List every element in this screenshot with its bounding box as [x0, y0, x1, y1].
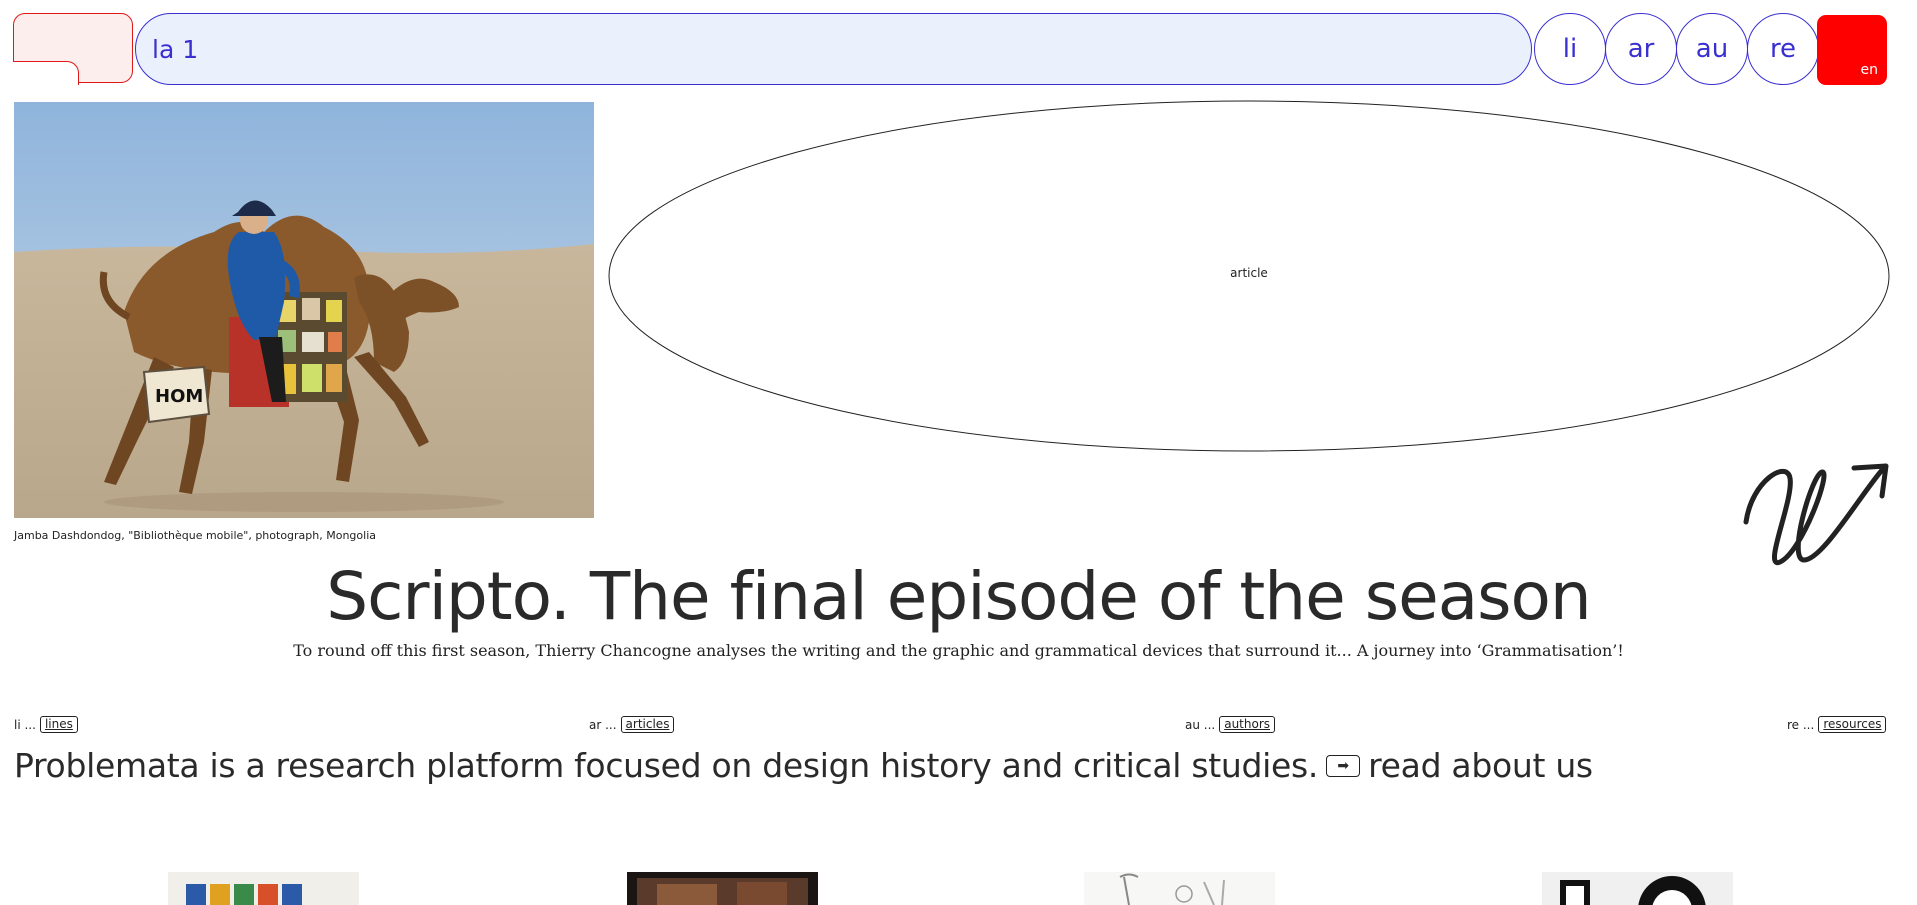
thumbnail-3[interactable] [1084, 872, 1275, 905]
section-prefix: re ... [1787, 717, 1815, 732]
section-authors: au ... authors [1185, 716, 1276, 733]
nav-lines-button[interactable]: li [1534, 13, 1606, 85]
nav-resources-button[interactable]: re [1747, 13, 1819, 85]
article-summary: To round off this first season, Thierry … [293, 641, 1624, 660]
thumbnail-4-image [1560, 876, 1706, 905]
section-resources: re ... resources [1787, 716, 1887, 733]
lines-link[interactable]: lines [39, 716, 78, 733]
search-input[interactable]: la 1 [135, 13, 1532, 85]
search-value: la 1 [152, 34, 199, 64]
nav-authors-button[interactable]: au [1676, 13, 1748, 85]
tagline-text: Problemata is a research platform focuse… [14, 746, 1319, 785]
camel-photo-illustration: HOM [14, 102, 594, 518]
thumbnail-2-image [637, 878, 808, 905]
arrow-right-icon: ➡ [1326, 754, 1361, 777]
tagline: Problemata is a research platform focuse… [14, 746, 1593, 785]
thumbnail-4[interactable] [1542, 872, 1733, 905]
scribble-arrow-logo-icon [1743, 463, 1889, 565]
articles-link[interactable]: articles [620, 716, 675, 733]
section-lines: li ... lines [14, 716, 78, 733]
authors-link[interactable]: authors [1219, 716, 1276, 733]
section-prefix: li ... [14, 717, 36, 732]
section-prefix: au ... [1185, 717, 1216, 732]
language-label: en [1860, 62, 1879, 78]
hero-photo[interactable]: HOM [14, 102, 594, 518]
hom-box-text: HOM [155, 386, 203, 407]
language-button[interactable]: en [1817, 15, 1887, 85]
logo-notch [13, 61, 79, 85]
read-about-us-link[interactable]: read about us [1368, 746, 1593, 785]
section-articles: ar ... articles [589, 716, 675, 733]
thumbnail-1[interactable] [168, 872, 359, 905]
nav-articles-button[interactable]: ar [1605, 13, 1677, 85]
thumbnail-3-image [1119, 873, 1225, 905]
hero-caption: Jamba Dashdondog, "Bibliothèque mobile",… [14, 529, 377, 542]
thumbnail-1-image [186, 884, 302, 905]
resources-link[interactable]: resources [1818, 716, 1887, 733]
ellipse-label: article [1230, 266, 1268, 280]
thumbnail-2[interactable] [627, 872, 818, 905]
section-prefix: ar ... [589, 717, 617, 732]
article-title[interactable]: Scripto. The final episode of the season [0, 558, 1917, 635]
